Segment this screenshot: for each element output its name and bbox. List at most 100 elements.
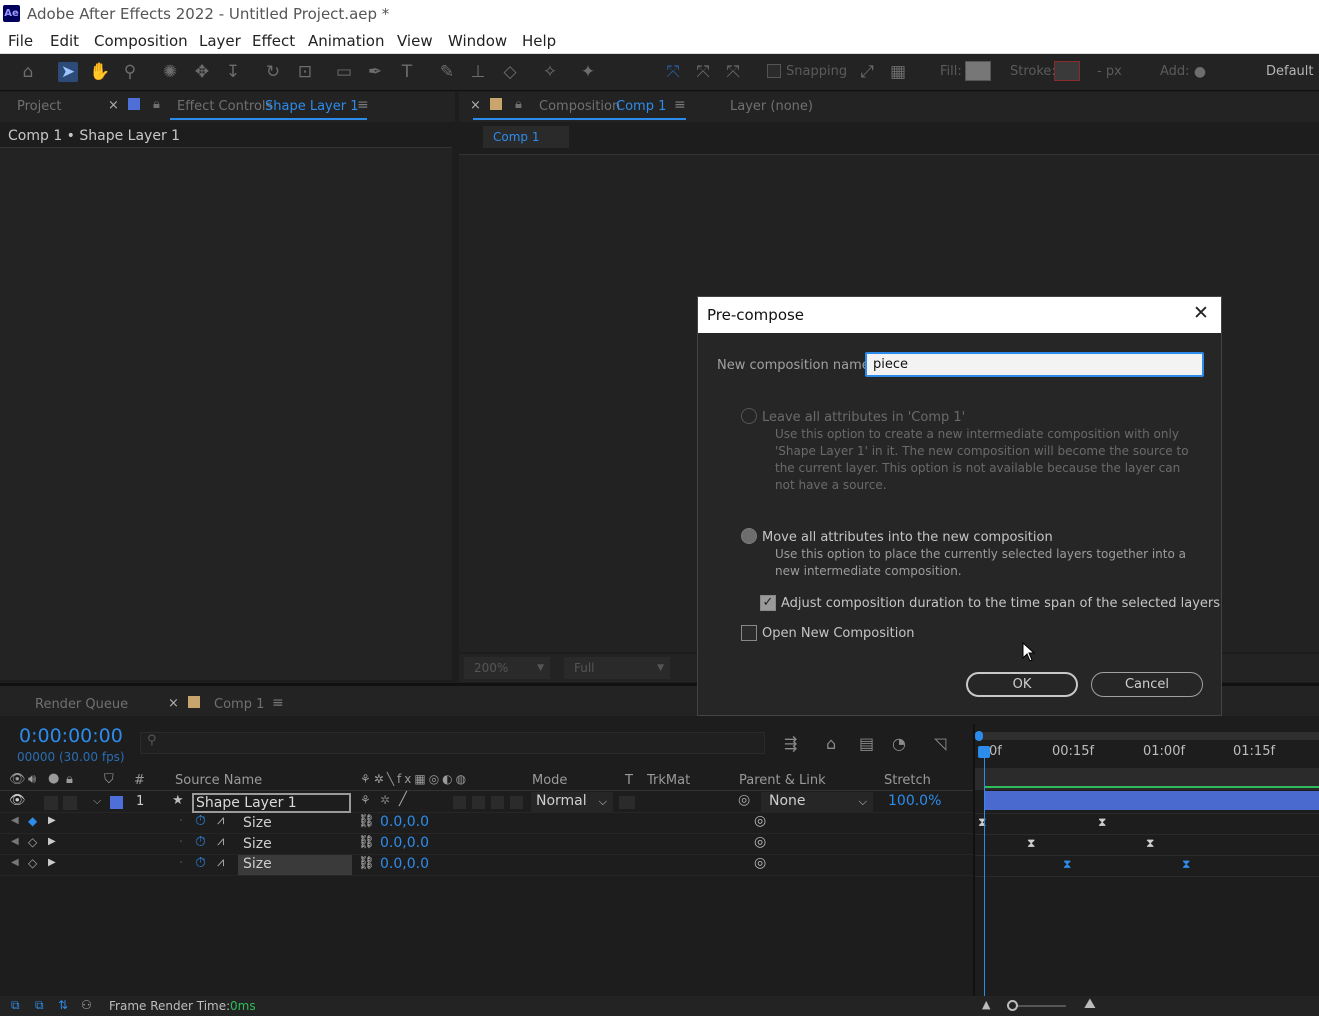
visibility-eye-icon[interactable]: 👁︎ — [9, 793, 26, 808]
stopwatch-icon[interactable]: ⏱︎ — [195, 813, 206, 829]
switch-box[interactable] — [491, 796, 504, 809]
keyframe-marker-icon[interactable]: ⧗ — [1098, 815, 1106, 830]
label-tag-icon[interactable]: ⛉ — [104, 772, 114, 787]
next-keyframe-icon[interactable]: ▶ — [48, 857, 56, 868]
add-dropdown-icon[interactable]: ● — [1190, 62, 1210, 82]
zoom-dropdown[interactable]: 200% ▼ — [464, 657, 550, 679]
property-value[interactable]: 0.0,0.0 — [380, 835, 429, 851]
cancel-button[interactable]: Cancel — [1091, 672, 1203, 697]
time-ruler[interactable]: 0f 00:15f 01:00f 01:15f — [975, 742, 1319, 764]
keyframe-marker-icon[interactable]: ⧗ — [1146, 836, 1154, 851]
parent-dropdown[interactable]: None ⌵ — [761, 792, 873, 812]
effect-controls-target[interactable]: Shape Layer 1 — [265, 99, 359, 114]
playhead-line[interactable] — [984, 756, 985, 996]
switch-box[interactable] — [510, 796, 523, 809]
property-value[interactable]: 0.0,0.0 — [380, 814, 429, 830]
property-name[interactable]: Size — [243, 815, 272, 831]
hand-tool-icon[interactable]: ✋ — [89, 62, 110, 82]
keyframe-diamond-icon[interactable]: ◆ — [28, 814, 37, 828]
graph-icon[interactable]: ⩘ — [217, 813, 224, 828]
menu-animation[interactable]: Animation — [308, 32, 384, 50]
local-axis-icon[interactable]: ⤧ — [663, 62, 683, 82]
pen-tool-icon[interactable]: ✒ — [365, 62, 385, 82]
prev-keyframe-icon[interactable]: ◀ — [11, 815, 19, 826]
close-icon[interactable]: × — [108, 98, 119, 113]
stopwatch-icon[interactable]: ⏱︎ — [195, 855, 206, 871]
snapping-checkbox[interactable] — [767, 64, 781, 78]
move-attributes-radio[interactable] — [741, 528, 757, 544]
solo-toggle[interactable] — [63, 796, 77, 810]
menu-layer[interactable]: Layer — [199, 32, 241, 50]
zoom-out-icon[interactable]: ▲ — [982, 998, 990, 1011]
roto-brush-tool-icon[interactable]: ✧ — [540, 62, 560, 82]
lock-icon[interactable]: 🔒︎ — [515, 97, 522, 112]
view-axis-icon[interactable]: ⤧ — [723, 62, 743, 82]
menu-view[interactable]: View — [397, 32, 433, 50]
tab-effect-controls[interactable]: Effect Controls — [177, 99, 272, 114]
keyframe-marker-icon[interactable]: ⧗ — [978, 815, 986, 830]
composition-mini-flowchart-icon[interactable]: ⇶ — [784, 734, 797, 753]
orbit-camera-icon[interactable]: ✺ — [160, 62, 180, 82]
motion-blur-icon[interactable]: ◔ — [892, 734, 906, 753]
selection-tool-icon[interactable]: ➤ — [58, 62, 78, 82]
adjust-duration-checkbox[interactable]: ✓ — [760, 595, 776, 611]
graph-editor-icon[interactable]: ◹ — [934, 734, 946, 753]
switch-box[interactable] — [453, 796, 466, 809]
zoom-tool-icon[interactable]: ⚲ — [120, 62, 140, 82]
pan-behind-tool-icon[interactable]: ⊡ — [295, 62, 315, 82]
solo-icon[interactable]: ● — [48, 771, 59, 786]
resolution-dropdown[interactable]: Full ▼ — [564, 657, 670, 679]
composition-name[interactable]: Comp 1 — [616, 99, 666, 114]
keyframe-marker-icon[interactable]: ⧗ — [1063, 857, 1071, 872]
leave-attributes-radio[interactable] — [741, 408, 757, 424]
graph-icon[interactable]: ⩘ — [217, 855, 224, 870]
snap-features-icon[interactable]: ▦ — [888, 62, 908, 82]
panel-menu-icon[interactable]: ≡ — [357, 97, 369, 113]
draft-3d-icon[interactable]: ⌂ — [826, 734, 836, 753]
render-time-icon[interactable]: ⚇ — [81, 998, 92, 1012]
workspace-default[interactable]: Default — [1266, 64, 1314, 79]
expression-pick-whip-icon[interactable]: ◎ — [754, 834, 766, 850]
rotation-tool-icon[interactable]: ↻ — [263, 62, 283, 82]
layer-name[interactable]: Shape Layer 1 — [192, 793, 351, 813]
transfer-controls-icon[interactable]: ⧉ — [35, 998, 44, 1013]
keyframe-marker-icon[interactable]: ⧗ — [1027, 836, 1035, 851]
expression-pick-whip-icon[interactable]: ◎ — [754, 855, 766, 871]
zoom-slider-handle[interactable] — [1007, 1000, 1018, 1011]
eraser-tool-icon[interactable]: ◇ — [500, 62, 520, 82]
stroke-color-swatch[interactable] — [1054, 61, 1080, 81]
zoom-slider-track[interactable] — [1010, 1005, 1066, 1007]
layer-row[interactable]: 👁︎ ⌵ 1 ★ Shape Layer 1 ⚘ ✲ ╱ Normal ⌵ ◎ N… — [0, 792, 974, 813]
zoom-in-icon[interactable]: ⛰ — [1084, 996, 1096, 1012]
open-new-composition-checkbox[interactable] — [741, 625, 757, 641]
menu-effect[interactable]: Effect — [252, 32, 295, 50]
panel-menu-icon[interactable]: ≡ — [272, 695, 284, 711]
layer-label-color[interactable] — [110, 796, 123, 809]
shy-switch-icon[interactable]: ⚘ — [360, 793, 371, 807]
comp-subtab[interactable]: Comp 1 — [483, 126, 569, 148]
work-area-start-handle[interactable] — [975, 731, 983, 741]
menu-window[interactable]: Window — [448, 32, 507, 50]
property-row[interactable]: ◀ ◇ ▶ · ⏱︎ ⩘ Size ⛓︎ 0.0,0.0 ◎ — [0, 834, 974, 855]
property-row[interactable]: ◀ ◆ ▶ · ⏱︎ ⩘ Size ⛓︎ 0.0,0.0 ◎ — [0, 813, 974, 834]
brush-tool-icon[interactable]: ✎ — [437, 62, 457, 82]
pick-whip-icon[interactable]: ◎ — [738, 792, 750, 808]
collapse-switch-icon[interactable]: ✲ — [380, 793, 390, 807]
menu-edit[interactable]: Edit — [50, 32, 79, 50]
prev-keyframe-icon[interactable]: ◀ — [11, 836, 19, 847]
type-tool-icon[interactable]: T — [397, 62, 417, 82]
snap-edges-icon[interactable]: ⤢ — [857, 62, 877, 82]
lock-icon[interactable]: 🔒︎ — [66, 772, 73, 787]
expression-pick-whip-icon[interactable]: ◎ — [754, 813, 766, 829]
eye-icon[interactable]: 👁︎ — [9, 772, 26, 787]
property-row[interactable]: ◀ ◇ ▶ · ⏱︎ ⩘ Size ⛓︎ 0.0,0.0 ◎ — [0, 855, 974, 876]
stopwatch-icon[interactable]: ⏱︎ — [195, 834, 206, 850]
in-out-stretch-icon[interactable]: ⇅ — [58, 998, 68, 1012]
graph-icon[interactable]: ⩘ — [217, 834, 224, 849]
column-source-name[interactable]: Source Name — [175, 773, 262, 788]
clone-stamp-tool-icon[interactable]: ⊥ — [468, 62, 488, 82]
keyframe-diamond-icon[interactable]: ◇ — [28, 856, 37, 870]
constrain-link-icon[interactable]: ⛓︎ — [358, 814, 375, 829]
timeline-splitter[interactable] — [973, 724, 975, 996]
menu-help[interactable]: Help — [522, 32, 556, 50]
